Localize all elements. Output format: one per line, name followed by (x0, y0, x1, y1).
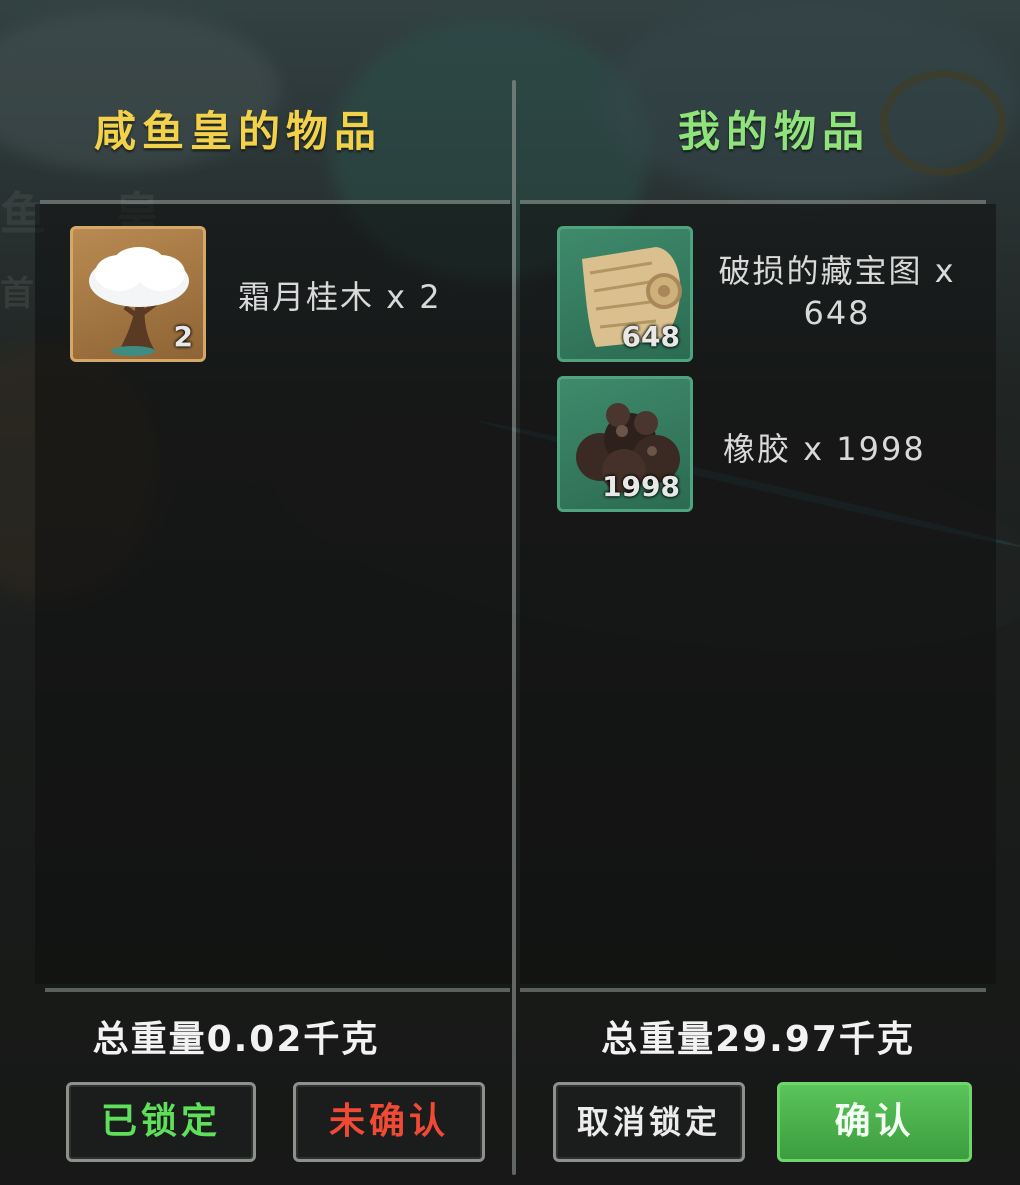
rubber-icon[interactable]: 1998 (557, 376, 693, 512)
partner-locked-status: 已锁定 (66, 1082, 256, 1162)
partner-item[interactable]: 2 霜月桂木 x 2 (70, 226, 490, 366)
my-item[interactable]: 648 破损的藏宝图 x 648 (557, 226, 997, 366)
partner-items-title: 咸鱼皇的物品 (93, 107, 382, 156)
partner-items-column: 咸鱼皇的物品 2 霜月桂木 x 2 总重量0.02千克 已锁定 未确认 (0, 0, 512, 1185)
my-item[interactable]: 1998 橡胶 x 1998 (557, 376, 997, 516)
item-count: 648 (621, 320, 680, 353)
frost-laurel-wood-icon[interactable]: 2 (70, 226, 206, 362)
divider-line (520, 988, 986, 992)
trade-panel: 咸鱼皇的物品 2 霜月桂木 x 2 总重量0.02千克 已锁定 未确认 我的物品… (0, 0, 1020, 1185)
confirm-button[interactable]: 确认 (777, 1082, 972, 1162)
my-items-column: 我的物品 648 破损的藏宝图 x 648 1998 橡胶 x 1998 总重量… (520, 0, 1020, 1185)
my-total-weight: 总重量29.97千克 (601, 1019, 915, 1060)
partner-unconfirmed-status: 未确认 (293, 1082, 485, 1162)
item-count: 2 (173, 320, 193, 353)
divider-line (45, 988, 510, 992)
item-count: 1998 (602, 470, 680, 503)
cancel-lock-button[interactable]: 取消锁定 (553, 1082, 745, 1162)
my-items-title: 我的物品 (677, 107, 870, 156)
item-name: 橡胶 x 1998 (723, 430, 926, 468)
item-name: 破损的藏宝图 x 648 (718, 252, 956, 332)
treasure-map-scroll-icon[interactable]: 648 (557, 226, 693, 362)
item-name: 霜月桂木 x 2 (238, 278, 442, 316)
partner-total-weight: 总重量0.02千克 (92, 1019, 380, 1060)
